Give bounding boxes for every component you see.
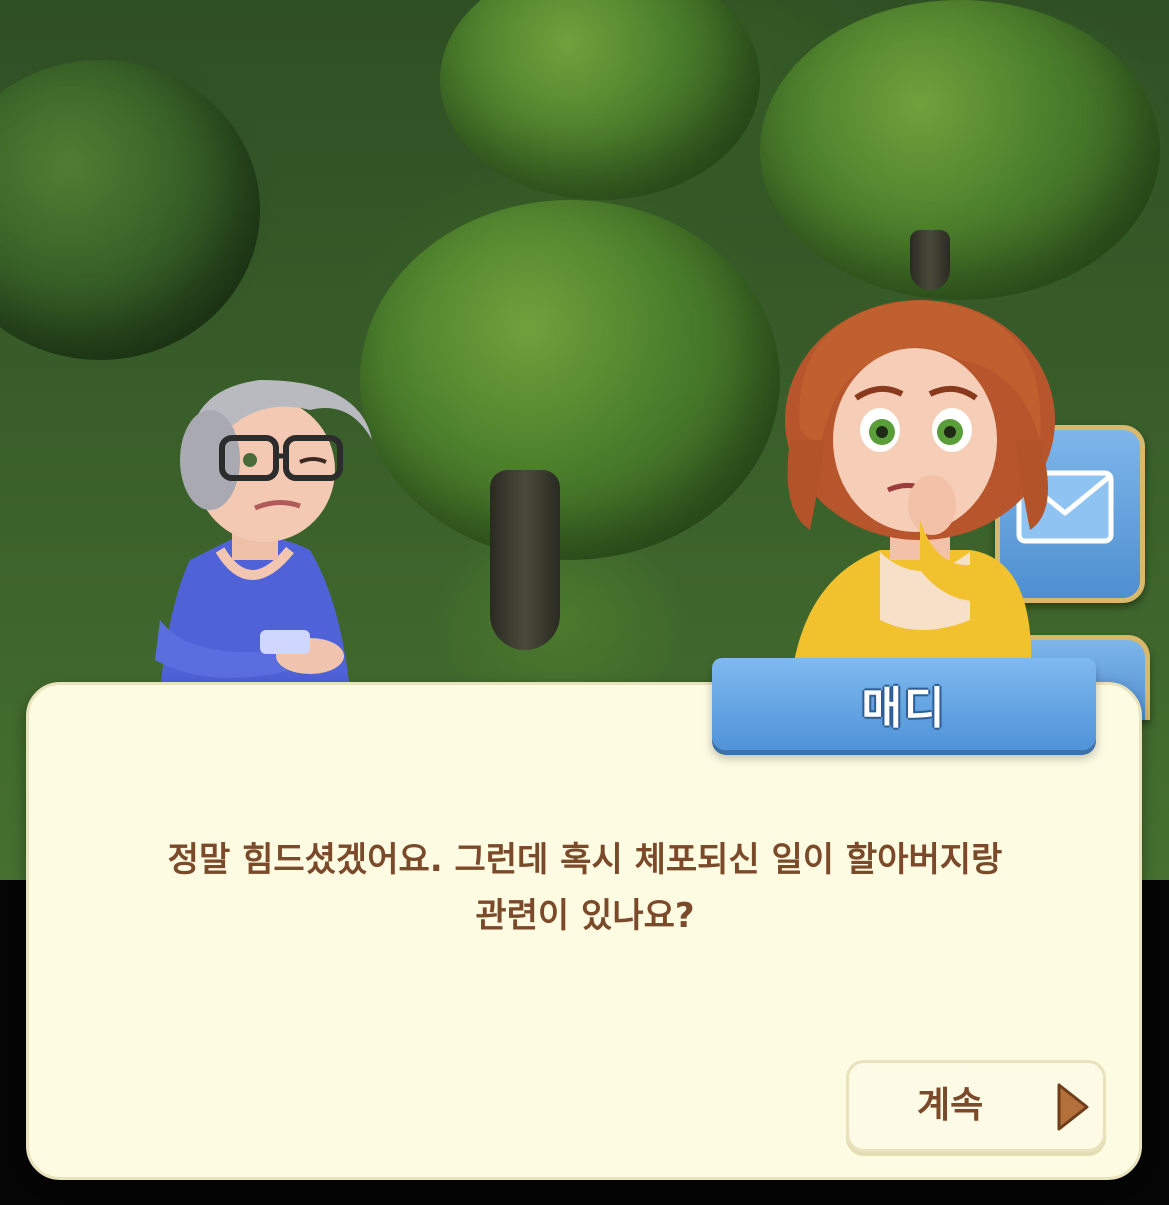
tree-trunk bbox=[910, 230, 950, 290]
madi-character bbox=[770, 290, 1070, 690]
tree-trunk bbox=[490, 470, 560, 650]
game-scene: 매디 정말 힘드셨겠어요. 그런데 혹시 체포되신 일이 할아버지랑 관련이 있… bbox=[0, 0, 1169, 1205]
speaker-name: 매디 bbox=[861, 683, 947, 734]
continue-label: 계속 bbox=[917, 1085, 984, 1126]
tree-canopy bbox=[0, 60, 260, 360]
play-arrow-icon bbox=[1057, 1083, 1089, 1131]
dialog-text: 정말 힘드셨겠어요. 그런데 혹시 체포되신 일이 할아버지랑 관련이 있나요? bbox=[167, 840, 1003, 936]
tree-canopy bbox=[360, 200, 780, 560]
speaker-name-tag: 매디 bbox=[712, 658, 1096, 750]
continue-button[interactable]: 계속 bbox=[846, 1060, 1106, 1152]
tree-canopy bbox=[760, 0, 1160, 300]
tree-canopy bbox=[440, 0, 760, 200]
grandma-character bbox=[150, 360, 380, 690]
